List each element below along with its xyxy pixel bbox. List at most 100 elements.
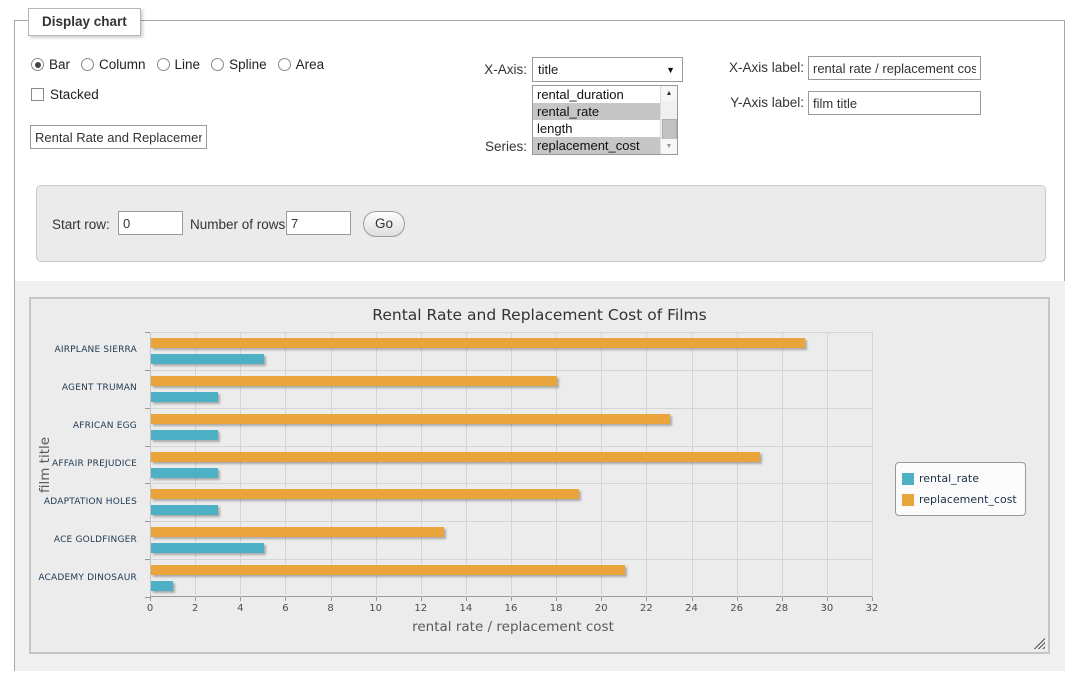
x-axis-select[interactable]: title ▼	[532, 57, 683, 82]
x-axis-tick-label: 24	[677, 603, 707, 614]
gridline-vertical	[646, 332, 647, 597]
gridline-vertical	[872, 332, 873, 597]
x-axis-tick-label: 8	[316, 603, 346, 614]
y-axis-tick	[145, 521, 150, 522]
x-axis-tick	[331, 597, 332, 601]
bar-replacement_cost[interactable]	[151, 376, 557, 386]
scrollbar-thumb[interactable]	[662, 119, 677, 140]
x-axis-tick	[466, 597, 467, 601]
bar-rental_rate[interactable]	[151, 430, 218, 440]
series-scrollbar[interactable]: ▲ ▼	[660, 86, 677, 154]
stacked-checkbox-row[interactable]: Stacked	[31, 87, 99, 102]
y-axis-tick	[145, 483, 150, 484]
bar-replacement_cost[interactable]	[151, 527, 444, 537]
series-options: rental_durationrental_ratelengthreplacem…	[533, 86, 661, 154]
radio-icon[interactable]	[278, 58, 291, 71]
x-axis-tick-label: 14	[451, 603, 481, 614]
chevron-down-icon: ▼	[666, 65, 675, 75]
x-axis-tick-label: 10	[361, 603, 391, 614]
series-option-rental_duration[interactable]: rental_duration	[533, 86, 661, 103]
page: Display chart BarColumnLineSplineArea St…	[0, 0, 1081, 681]
y-axis-tick	[145, 446, 150, 447]
x-axis-tick-label: 2	[180, 603, 210, 614]
category-label: AFRICAN EGG	[31, 421, 137, 431]
chart-type-radio-line[interactable]: Line	[157, 57, 201, 72]
bar-rental_rate[interactable]	[151, 543, 264, 553]
chart-type-radio-area[interactable]: Area	[278, 57, 325, 72]
series-listbox[interactable]: rental_durationrental_ratelengthreplacem…	[532, 85, 678, 155]
category-label: ACADEMY DINOSAUR	[31, 573, 137, 583]
chart-type-label: Spline	[229, 57, 267, 72]
gridline-horizontal	[150, 483, 872, 484]
x-axis-tick	[872, 597, 873, 601]
gridline-vertical	[285, 332, 286, 597]
chart-title-input[interactable]	[30, 125, 207, 149]
x-axis-tick-label: 16	[496, 603, 526, 614]
series-option-rental_rate[interactable]: rental_rate	[533, 103, 661, 120]
x-axis-tick-label: 22	[631, 603, 661, 614]
bar-replacement_cost[interactable]	[151, 338, 805, 348]
gridline-horizontal	[150, 408, 872, 409]
gridline-vertical	[782, 332, 783, 597]
bar-replacement_cost[interactable]	[151, 565, 625, 575]
start-row-input[interactable]	[118, 211, 183, 235]
y-axis-label-input[interactable]	[808, 91, 981, 115]
radio-icon[interactable]	[157, 58, 170, 71]
chart-type-radio-group: Bar Column Line Spline Area	[31, 57, 324, 72]
x-axis-tick	[827, 597, 828, 601]
number-of-rows-label: Number of rows:	[190, 217, 289, 232]
bar-rental_rate[interactable]	[151, 505, 218, 515]
chart-type-radio-column[interactable]: Column	[81, 57, 146, 72]
x-axis-tick	[195, 597, 196, 601]
category-label: AIRPLANE SIERRA	[31, 345, 137, 355]
x-axis-select-label: X-Axis:	[447, 62, 527, 77]
scroll-up-icon[interactable]: ▲	[661, 86, 677, 101]
gridline-vertical	[511, 332, 512, 597]
x-axis-label-input[interactable]	[808, 56, 981, 80]
chart-type-label: Line	[175, 57, 201, 72]
x-axis-tick	[376, 597, 377, 601]
gridline-vertical	[376, 332, 377, 597]
stacked-checkbox[interactable]	[31, 88, 44, 101]
stacked-label: Stacked	[50, 87, 99, 102]
x-axis-tick	[601, 597, 602, 601]
x-axis-tick	[692, 597, 693, 601]
y-axis-label-field-label: Y-Axis label:	[716, 95, 804, 110]
x-axis-tick-label: 30	[812, 603, 842, 614]
go-button[interactable]: Go	[363, 211, 405, 237]
gridline-vertical	[466, 332, 467, 597]
chart-type-radio-bar[interactable]: Bar	[31, 57, 70, 72]
bar-rental_rate[interactable]	[151, 354, 264, 364]
chart-container: Rental Rate and Replacement Cost of Film…	[15, 281, 1065, 671]
start-row-label: Start row:	[52, 217, 110, 232]
gridline-horizontal	[150, 521, 872, 522]
gridline-vertical	[556, 332, 557, 597]
bar-replacement_cost[interactable]	[151, 489, 579, 499]
category-label: ADAPTATION HOLES	[31, 497, 137, 507]
scroll-down-icon[interactable]: ▼	[661, 139, 677, 154]
x-axis-tick-label: 26	[722, 603, 752, 614]
bar-rental_rate[interactable]	[151, 581, 173, 591]
number-of-rows-input[interactable]	[286, 211, 351, 235]
bar-replacement_cost[interactable]	[151, 452, 760, 462]
x-axis-tick	[646, 597, 647, 601]
bar-replacement_cost[interactable]	[151, 414, 670, 424]
series-option-length[interactable]: length	[533, 120, 661, 137]
radio-icon[interactable]	[81, 58, 94, 71]
chart-panel: Rental Rate and Replacement Cost of Film…	[29, 297, 1050, 654]
chart-type-radio-spline[interactable]: Spline	[211, 57, 267, 72]
x-axis-tick-label: 0	[135, 603, 165, 614]
bar-rental_rate[interactable]	[151, 392, 218, 402]
x-axis-tick-label: 28	[767, 603, 797, 614]
radio-icon[interactable]	[31, 58, 44, 71]
bar-rental_rate[interactable]	[151, 468, 218, 478]
gridline-vertical	[692, 332, 693, 597]
resize-handle-icon[interactable]	[1033, 637, 1045, 649]
x-axis-tick-label: 12	[406, 603, 436, 614]
x-axis-tick	[240, 597, 241, 601]
series-option-replacement_cost[interactable]: replacement_cost	[533, 137, 661, 154]
radio-icon[interactable]	[211, 58, 224, 71]
legend-item-replacement_cost[interactable]: replacement_cost	[902, 489, 1017, 510]
legend-item-rental_rate[interactable]: rental_rate	[902, 468, 1017, 489]
legend-label: replacement_cost	[919, 493, 1017, 506]
